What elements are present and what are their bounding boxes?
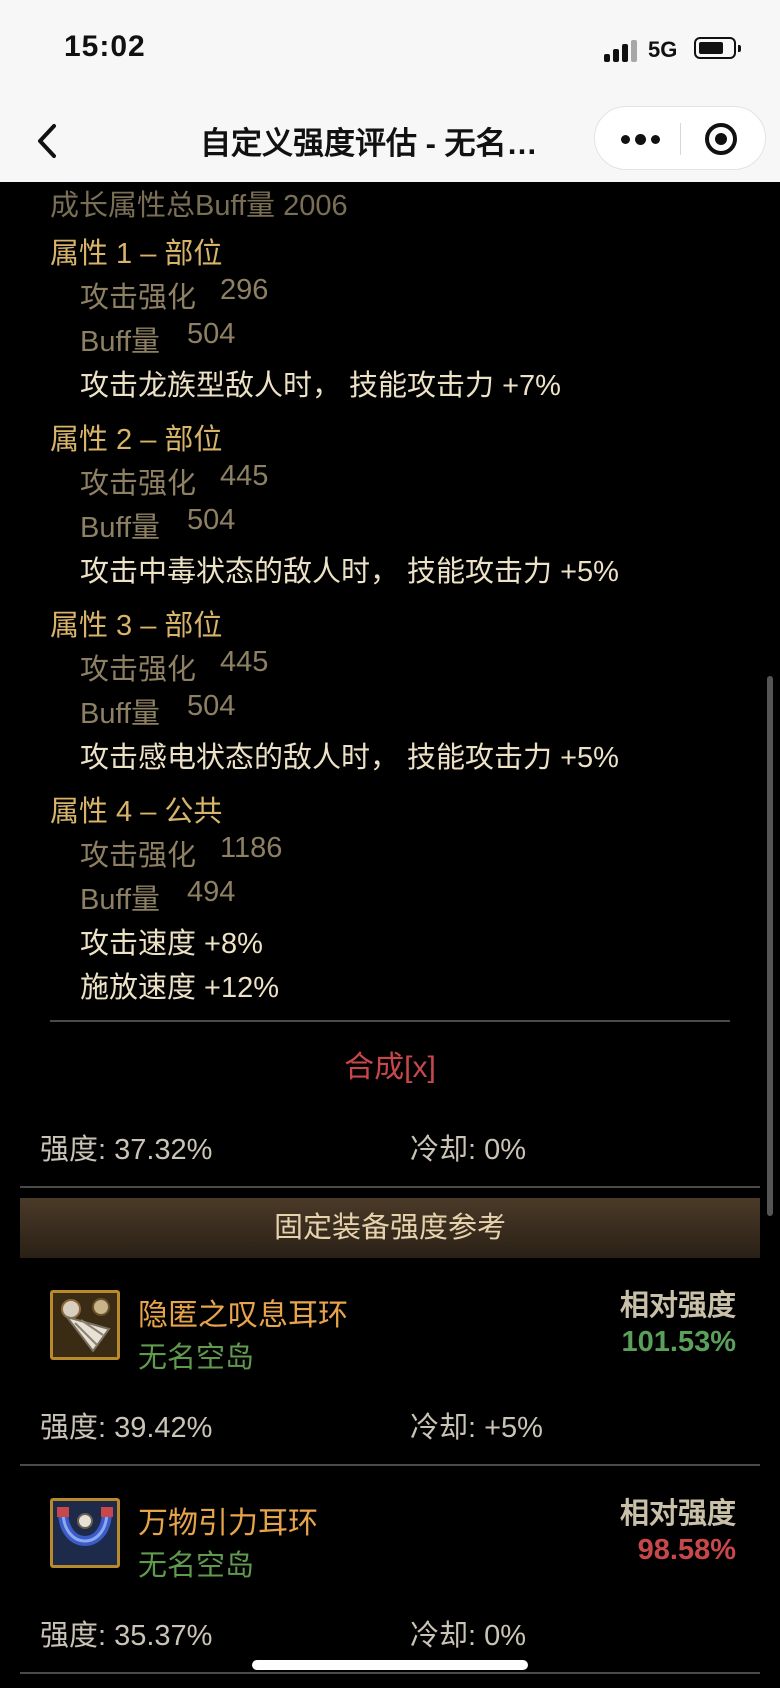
item-cooldown: 冷却: +5% — [410, 1412, 543, 1444]
network-type: 5G — [648, 37, 678, 62]
attribute-effect: 攻击感电状态的敌人时， 技能攻击力 +5% — [80, 742, 619, 774]
signal-icon — [604, 40, 638, 64]
relative-strength-value: 98.58% — [637, 1534, 736, 1566]
attack-value: 1186 — [220, 832, 283, 864]
summary-partial: 成长属性总Buff量 2006 — [50, 190, 348, 222]
attack-label: 攻击强化 — [80, 840, 197, 872]
attribute-effect: 施放速度 +12% — [80, 972, 280, 1004]
divider — [20, 1186, 760, 1188]
attack-value: 296 — [220, 274, 269, 306]
divider — [20, 1672, 760, 1674]
buff-value: 504 — [187, 504, 236, 536]
buff-label: Buff量 — [80, 326, 161, 358]
status-bar: 15:02 5G — [0, 0, 780, 100]
divider — [20, 1464, 760, 1466]
close-app-button[interactable] — [703, 121, 739, 157]
current-strength: 强度: 37.32% — [40, 1134, 213, 1166]
attribute-title: 属性 3 – 部位 — [50, 610, 223, 642]
buff-label: Buff量 — [80, 698, 161, 730]
attribute-title: 属性 1 – 部位 — [50, 238, 223, 270]
item-name: 隐匿之叹息耳环 — [138, 1299, 348, 1332]
item-strength: 强度: 39.42% — [40, 1412, 213, 1444]
buff-value: 504 — [187, 318, 236, 350]
buff-value: 494 — [187, 876, 236, 908]
back-button[interactable] — [28, 116, 68, 166]
item-source: 无名空岛 — [138, 1342, 255, 1374]
attack-label: 攻击强化 — [80, 282, 197, 314]
page-title: 自定义强度评估 - 无名… — [200, 126, 538, 161]
status-time: 15:02 — [64, 30, 146, 63]
attribute-effect: 攻击速度 +8% — [80, 928, 263, 960]
earring-icon — [50, 1290, 120, 1360]
divider — [50, 1020, 730, 1022]
nav-bar: 自定义强度评估 - 无名… — [0, 100, 780, 182]
attack-value: 445 — [220, 646, 269, 678]
attack-value: 445 — [220, 460, 269, 492]
compose-button[interactable]: 合成[x] — [0, 1042, 780, 1086]
home-indicator[interactable] — [252, 1660, 528, 1670]
more-button[interactable] — [619, 123, 661, 155]
item-strength: 强度: 35.37% — [40, 1620, 213, 1652]
attribute-title: 属性 4 – 公共 — [50, 796, 223, 828]
mini-program-capsule — [594, 106, 766, 170]
target-icon — [705, 123, 737, 155]
attribute-effect: 攻击中毒状态的敌人时， 技能攻击力 +5% — [80, 556, 619, 588]
buff-value: 504 — [187, 690, 236, 722]
buff-label: Buff量 — [80, 884, 161, 916]
chevron-left-icon — [38, 124, 56, 158]
relative-strength-value: 101.53% — [621, 1326, 737, 1358]
attack-label: 攻击强化 — [80, 654, 197, 686]
scrollbar[interactable] — [767, 676, 773, 1216]
battery-icon — [694, 37, 741, 59]
current-cooldown: 冷却: 0% — [410, 1134, 527, 1166]
item-name: 万物引力耳环 — [138, 1507, 318, 1540]
relative-strength-label: 相对强度 — [619, 1290, 736, 1322]
attack-label: 攻击强化 — [80, 468, 197, 500]
relative-strength-label: 相对强度 — [619, 1498, 736, 1530]
item-source: 无名空岛 — [138, 1550, 255, 1582]
attribute-effect: 攻击龙族型敌人时， 技能攻击力 +7% — [80, 370, 561, 402]
attribute-title: 属性 2 – 部位 — [50, 424, 223, 456]
magnet-earring-icon — [50, 1498, 120, 1568]
section-header: 固定装备强度参考 — [20, 1198, 760, 1258]
item-cooldown: 冷却: 0% — [410, 1620, 527, 1652]
buff-label: Buff量 — [80, 512, 161, 544]
